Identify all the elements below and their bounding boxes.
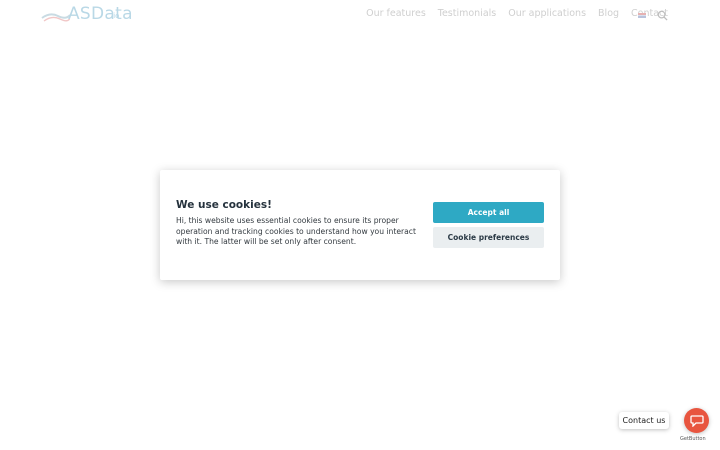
cookie-modal-title: We use cookies!	[176, 199, 272, 211]
cookie-consent-modal: We use cookies! Hi, this website uses es…	[160, 170, 560, 280]
uk-flag-icon[interactable]	[638, 13, 646, 19]
logo-suffix: .io	[111, 12, 120, 20]
nav-our-features[interactable]: Our features	[366, 8, 426, 19]
contact-us-label[interactable]: Contact us	[619, 412, 669, 429]
site-logo[interactable]: ASData .io	[40, 4, 133, 26]
chat-bubble-icon	[689, 414, 704, 427]
logo-word: ASData	[68, 4, 133, 24]
accept-all-button[interactable]: Accept all	[433, 202, 544, 223]
logo-wave-icon	[41, 13, 71, 22]
search-icon[interactable]	[657, 10, 668, 21]
cookie-modal-text: Hi, this website uses essential cookies …	[176, 216, 416, 246]
contact-us-button[interactable]	[684, 408, 709, 433]
nav-testimonials[interactable]: Testimonials	[438, 8, 496, 19]
main-nav: Our features Testimonials Our applicatio…	[366, 8, 668, 19]
nav-blog[interactable]: Blog	[598, 8, 619, 19]
getbutton-credit[interactable]: GetButton	[680, 436, 706, 442]
site-header: ASData .io Our features Testimonials Our…	[0, 0, 720, 32]
nav-our-applications[interactable]: Our applications	[508, 8, 586, 19]
cookie-preferences-button[interactable]: Cookie preferences	[433, 227, 544, 248]
